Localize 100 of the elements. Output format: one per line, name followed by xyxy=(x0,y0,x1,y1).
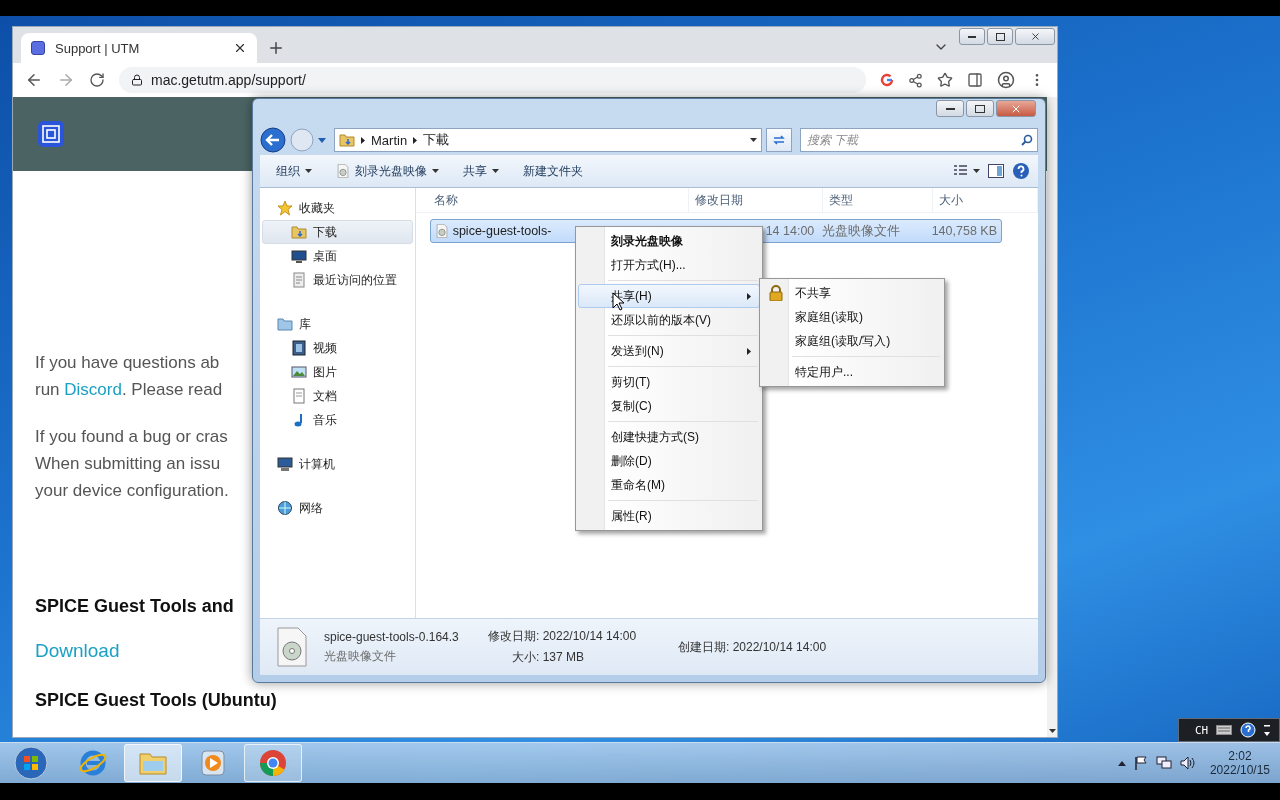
picture-icon xyxy=(291,364,307,380)
detail-created: 创建日期: 2022/10/14 14:00 xyxy=(678,638,827,656)
history-caret-icon[interactable] xyxy=(318,137,326,143)
column-header[interactable]: 名称 xyxy=(415,188,689,212)
file-type: 光盘映像文件 xyxy=(821,222,901,240)
flag-icon[interactable] xyxy=(1133,756,1148,770)
breadcrumb-item[interactable]: Martin xyxy=(371,132,408,148)
network-icon[interactable] xyxy=(1155,756,1172,770)
paragraph-text: If you have questions ab run Discord. Please read xyxy=(35,352,223,401)
menu-item[interactable]: 打开方式(H)... xyxy=(578,253,760,277)
nav-pane-item[interactable]: 收藏夹 xyxy=(262,196,413,220)
options-caret-icon[interactable] xyxy=(1264,724,1271,736)
browser-tab[interactable]: Support | UTM xyxy=(21,33,257,63)
nav-pane-item[interactable]: 最近访问的位置 xyxy=(262,268,413,292)
maximize-button[interactable] xyxy=(987,28,1013,45)
nav-pane-item[interactable]: 网络 xyxy=(262,496,413,520)
speaker-icon[interactable] xyxy=(1179,756,1196,770)
download-folder-icon xyxy=(291,225,307,239)
view-options-icon[interactable] xyxy=(954,165,980,177)
menu-item[interactable]: 删除(D) xyxy=(578,449,760,473)
nav-pane-item[interactable]: 计算机 xyxy=(262,452,413,476)
maximize-icon xyxy=(995,32,1005,41)
menu-item[interactable]: 重命名(M) xyxy=(578,473,760,497)
maximize-button[interactable] xyxy=(966,100,994,117)
menu-item[interactable]: 特定用户... xyxy=(762,360,942,384)
breadcrumb-item[interactable]: 下載 xyxy=(423,131,450,149)
menu-item[interactable]: 家庭组(读取/写入) xyxy=(762,329,942,353)
menu-item[interactable]: 不共享 xyxy=(762,281,942,305)
column-header[interactable]: 大小 xyxy=(932,188,1038,212)
section-heading: SPICE Guest Tools and xyxy=(35,595,234,617)
nav-pane-item[interactable]: 桌面 xyxy=(262,244,413,268)
taskbar-button[interactable] xyxy=(244,744,302,782)
document-icon xyxy=(291,272,307,288)
toolbar-button[interactable]: 新建文件夹 xyxy=(515,159,591,183)
scrollbar[interactable] xyxy=(1047,97,1057,737)
site-icon xyxy=(31,41,45,55)
e-logo-icon xyxy=(78,748,108,778)
nav-pane-item[interactable]: 音乐 xyxy=(262,408,413,432)
preview-pane-icon[interactable] xyxy=(988,164,1004,178)
column-header[interactable]: 修改日期 xyxy=(688,188,823,212)
help-icon[interactable] xyxy=(1012,162,1030,180)
play-icon xyxy=(198,748,228,778)
close-icon[interactable] xyxy=(233,41,247,55)
paragraph-text: If you found a bug or cras When submitting an issu your device configuration. xyxy=(35,426,229,502)
menu-item[interactable]: 剪切(T) xyxy=(578,370,760,394)
refresh-icon xyxy=(772,134,786,146)
clock[interactable]: 2:02 2022/10/15 xyxy=(1209,749,1270,777)
language-indicator[interactable]: CH xyxy=(1195,723,1209,737)
menu-item[interactable]: 还原以前的版本(V) xyxy=(578,308,760,332)
keyboard-icon[interactable] xyxy=(1216,725,1233,735)
address-bar[interactable]: mac.getutm.app/support/ xyxy=(119,67,866,93)
search-field[interactable]: 搜索 下載 xyxy=(800,128,1038,152)
library-folder-icon xyxy=(277,316,293,332)
disc-file-icon xyxy=(434,224,449,238)
nav-pane-item[interactable]: 视频 xyxy=(262,336,413,360)
minimize-button[interactable] xyxy=(959,28,985,45)
detail-name: spice-guest-tools-0.164.3 xyxy=(324,629,459,644)
disc-file-icon xyxy=(336,164,350,178)
new-tab-icon[interactable] xyxy=(267,39,285,57)
minimize-button[interactable] xyxy=(936,100,964,117)
column-header[interactable]: 类型 xyxy=(822,188,933,212)
menu-item[interactable]: 刻录光盘映像 xyxy=(578,229,760,253)
refresh-button[interactable] xyxy=(766,128,792,152)
logo-icon[interactable] xyxy=(38,121,64,147)
caret-right-icon xyxy=(747,292,751,300)
file-name: spice-guest-tools- xyxy=(452,224,553,238)
file-date: 14 14:00 xyxy=(764,224,816,238)
star-icon xyxy=(277,200,293,216)
toolbar-button[interactable]: 组织 xyxy=(268,159,320,183)
show-hidden-icons-icon[interactable] xyxy=(1117,760,1126,766)
help-icon[interactable] xyxy=(1240,722,1257,738)
back-icon[interactable] xyxy=(260,127,286,153)
detail-type: 光盘映像文件 xyxy=(324,647,396,665)
caret-right-icon xyxy=(361,136,365,144)
film-icon xyxy=(291,340,307,356)
caret-down-icon xyxy=(305,169,312,173)
document-icon xyxy=(291,388,307,404)
nav-pane-item[interactable]: 图片 xyxy=(262,360,413,384)
g-logo-icon[interactable] xyxy=(880,73,894,87)
toolbar-button[interactable]: 共享 xyxy=(455,159,507,183)
menu-item[interactable]: 复制(C) xyxy=(578,394,760,418)
menu-item[interactable]: 发送到(N) xyxy=(578,339,760,363)
minimize-icon xyxy=(968,35,976,38)
detail-size: 大小: 137 MB xyxy=(512,649,585,666)
toolbar-button[interactable]: 刻录光盘映像 xyxy=(328,159,447,183)
maximize-icon xyxy=(975,104,985,113)
computer-icon xyxy=(277,456,293,472)
address-bar[interactable]: Martin 下載 xyxy=(334,128,762,152)
caret-down-icon xyxy=(750,138,757,142)
nav-pane-item[interactable]: 库 xyxy=(262,312,413,336)
scroll-down-icon xyxy=(1048,729,1056,733)
folder-icon xyxy=(339,133,355,147)
detail-modified: 修改日期: 2022/10/14 14:00 xyxy=(488,628,637,645)
menu-item[interactable]: 属性(R) xyxy=(578,504,760,528)
menu-item[interactable]: 家庭组(读取) xyxy=(762,305,942,329)
menu-item[interactable]: 创建快捷方式(S) xyxy=(578,425,760,449)
caret-down-icon xyxy=(432,169,439,173)
nav-pane-item[interactable]: 文档 xyxy=(262,384,413,408)
search-icon[interactable] xyxy=(1021,134,1033,146)
nav-pane-item[interactable]: 下载 xyxy=(262,220,413,244)
